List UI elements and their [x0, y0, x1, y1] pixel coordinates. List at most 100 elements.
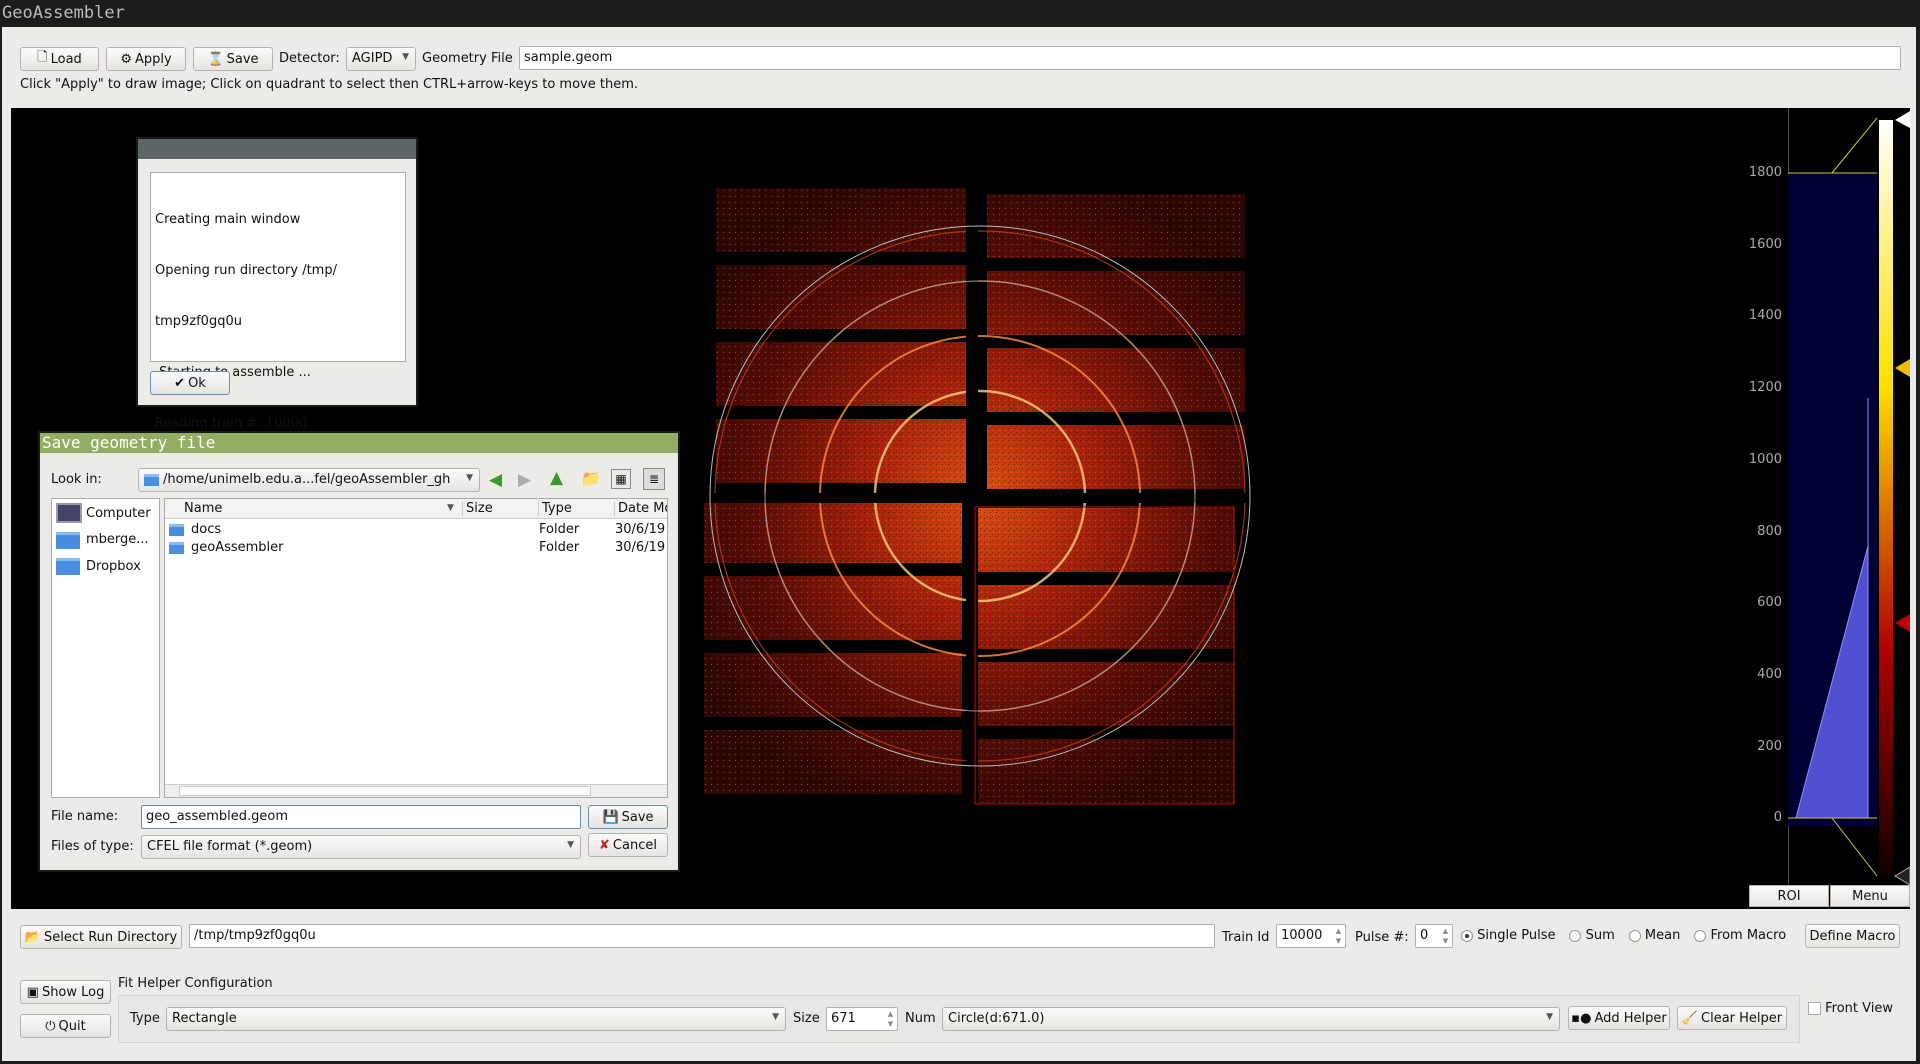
- file-name: docs: [191, 522, 222, 537]
- folder-open-icon: 📂: [24, 929, 41, 945]
- front-view-checkbox[interactable]: Front View: [1808, 1001, 1893, 1016]
- radio-indicator: [1569, 929, 1582, 942]
- select-run-directory-button[interactable]: 📂 Select Run Directory: [20, 925, 182, 949]
- colormap-bar[interactable]: [1879, 120, 1893, 876]
- colormap-handle-black[interactable]: [1894, 866, 1910, 885]
- radio-mean[interactable]: Mean: [1628, 928, 1680, 943]
- pulse-spinbox[interactable]: 0 ▲ ▼: [1415, 924, 1453, 948]
- load-button[interactable]: 🗋 Load: [20, 47, 99, 71]
- menu-button[interactable]: Menu: [1830, 885, 1910, 907]
- save-button[interactable]: ⌛ Save: [193, 47, 273, 71]
- file-row[interactable]: geoAssembler Folder 30/6/19: [165, 539, 667, 557]
- sidebar-item-computer[interactable]: Computer: [86, 506, 151, 521]
- geometry-file-input[interactable]: sample.geom: [519, 46, 1901, 70]
- radio-label: From Macro: [1710, 928, 1787, 943]
- select-run-directory-label: Select Run Directory: [43, 929, 178, 945]
- radio-single-pulse[interactable]: Single Pulse: [1461, 928, 1555, 943]
- ok-button[interactable]: ✔ Ok: [150, 371, 230, 395]
- sidebar-item-home[interactable]: mberge...: [86, 532, 149, 547]
- apply-button[interactable]: ⚙ Apply: [106, 47, 186, 71]
- forward-icon[interactable]: ▶: [518, 470, 531, 490]
- column-type[interactable]: Type: [538, 501, 572, 516]
- file-date: 30/6/19: [615, 522, 666, 537]
- num-select[interactable]: Circle(d:671.0) ▼: [942, 1007, 1560, 1031]
- radio-label: Sum: [1585, 928, 1615, 943]
- radio-sum[interactable]: Sum: [1569, 928, 1615, 943]
- num-label: Num: [905, 1011, 936, 1026]
- parent-dir-icon[interactable]: ▲: [550, 468, 563, 488]
- gears-icon: ⚙: [120, 51, 132, 67]
- save-file-dialog: Save geometry file Look in: /home/unimel…: [38, 431, 680, 872]
- fit-helper-title: Fit Helper Configuration: [118, 976, 273, 991]
- level-min-link: [1831, 817, 1878, 877]
- folder-icon: [169, 542, 184, 554]
- file-date: 30/6/19: [615, 540, 666, 555]
- computer-icon: [56, 503, 82, 523]
- pulse-value: 0: [1420, 928, 1429, 943]
- radio-from-macro[interactable]: From Macro: [1694, 928, 1786, 943]
- save-dialog-title[interactable]: Save geometry file: [40, 433, 678, 453]
- size-spinbox[interactable]: 671 ▲ ▼: [826, 1007, 898, 1031]
- file-name: geoAssembler: [191, 540, 284, 555]
- detector-select[interactable]: AGIPD ▼: [346, 47, 416, 71]
- add-helper-button[interactable]: ▪● Add Helper: [1568, 1006, 1670, 1030]
- log-line: tmp9zf0gq0u: [155, 314, 242, 329]
- type-select[interactable]: Rectangle ▼: [166, 1007, 786, 1031]
- broom-icon: 🧹: [1681, 1010, 1699, 1026]
- spin-arrows-icon[interactable]: ▲ ▼: [1440, 926, 1451, 946]
- colormap-handle-yellow[interactable]: [1895, 359, 1910, 377]
- log-line: Opening run directory /tmp/: [155, 263, 337, 278]
- detector-module: [716, 265, 974, 329]
- quadrant-gap: [966, 168, 978, 868]
- dialog-cancel-button[interactable]: ✘ Cancel: [588, 833, 668, 857]
- shapes-icon: ▪●: [1571, 1010, 1592, 1026]
- files-of-type-select[interactable]: CFEL file format (*.geom) ▼: [141, 835, 581, 859]
- file-name-input[interactable]: geo_assembled.geom: [141, 805, 581, 829]
- detail-view-icon[interactable]: ≣: [643, 468, 665, 490]
- radio-indicator: [1628, 929, 1641, 942]
- look-in-select[interactable]: /home/unimelb.edu.a...fel/geoAssembler_g…: [138, 468, 480, 492]
- run-directory-input[interactable]: /tmp/tmp9zf0gq0u: [189, 924, 1215, 948]
- quit-button[interactable]: ⏻ Quit: [20, 1014, 111, 1038]
- num-value: Circle(d:671.0): [948, 1011, 1045, 1026]
- list-view-icon[interactable]: ▦: [611, 469, 631, 489]
- colormap-handle-white[interactable]: [1895, 111, 1910, 128]
- scrollbar-thumb[interactable]: [179, 786, 591, 796]
- new-folder-icon[interactable]: 📁: [581, 469, 601, 488]
- show-log-button[interactable]: ▣ Show Log: [20, 980, 111, 1004]
- clear-helper-button[interactable]: 🧹 Clear Helper: [1677, 1006, 1787, 1030]
- places-sidebar: Computer mberge... Dropbox: [51, 498, 160, 798]
- log-text: Creating main window Opening run directo…: [150, 172, 406, 431]
- file-row[interactable]: docs Folder 30/6/19: [165, 521, 667, 539]
- column-date[interactable]: Date Mo: [614, 501, 667, 516]
- log-dialog-titlebar[interactable]: [138, 139, 416, 159]
- apply-label: Apply: [134, 51, 172, 67]
- column-size[interactable]: Size: [462, 501, 493, 516]
- power-icon: ⏻: [45, 1018, 56, 1034]
- hourglass-icon: ⌛: [207, 51, 224, 67]
- file-icon: 🗋: [37, 50, 48, 65]
- back-icon[interactable]: ◀: [489, 470, 502, 490]
- histogram-widget[interactable]: 1800 1600 1400 1200 1000 800 600 400 200 0: [1749, 108, 1910, 885]
- colormap-handle-red[interactable]: [1895, 614, 1910, 632]
- add-helper-label: Add Helper: [1594, 1010, 1667, 1026]
- column-name[interactable]: Name: [184, 501, 222, 516]
- spin-arrows-icon[interactable]: ▲ ▼: [1333, 926, 1344, 946]
- file-list[interactable]: Name ▼ Size Type Date Mo docs Folder 30/…: [164, 498, 668, 798]
- sidebar-item-dropbox[interactable]: Dropbox: [86, 559, 141, 574]
- file-name-label: File name:: [51, 809, 119, 824]
- define-macro-button[interactable]: Define Macro: [1805, 924, 1900, 948]
- detector-module: [976, 739, 1234, 803]
- log-dialog: Creating main window Opening run directo…: [136, 137, 418, 431]
- dialog-save-button[interactable]: 💾 Save: [588, 805, 668, 829]
- roi-button[interactable]: ROI: [1749, 885, 1829, 907]
- log-icon: ▣: [26, 984, 39, 1000]
- folder-icon: [56, 532, 80, 549]
- window-title: GeoAssembler: [0, 0, 1920, 27]
- spin-arrows-icon[interactable]: ▲ ▼: [885, 1009, 896, 1029]
- detector-module: [987, 194, 1245, 258]
- detector-value: AGIPD: [352, 51, 393, 66]
- save-label: Save: [226, 51, 259, 67]
- train-id-spinbox[interactable]: 10000 ▲ ▼: [1276, 924, 1346, 948]
- horizontal-scrollbar[interactable]: [165, 784, 667, 797]
